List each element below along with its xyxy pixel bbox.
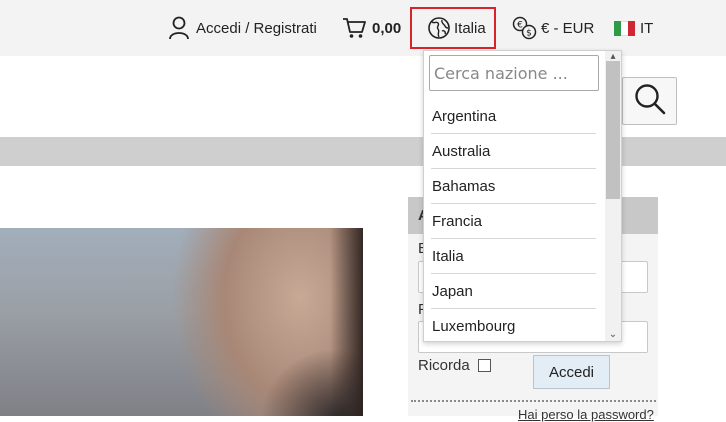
account-label: Accedi / Registrati: [196, 19, 317, 37]
photo-edge-shade: [330, 228, 363, 416]
globe-icon: [427, 16, 451, 40]
country-label: Italia: [454, 19, 486, 37]
country-selector[interactable]: Italia: [427, 0, 486, 56]
account-link[interactable]: Accedi / Registrati: [168, 0, 317, 56]
country-search-input[interactable]: [429, 55, 599, 91]
currency-selector[interactable]: € $ € - EUR: [512, 0, 594, 56]
country-option-argentina[interactable]: Argentina: [424, 99, 604, 134]
language-label: IT: [640, 19, 654, 37]
remember-checkbox[interactable]: [477, 359, 491, 372]
hero-image: [0, 228, 363, 416]
country-dropdown: Argentina Australia Bahamas Francia Ital…: [423, 50, 622, 342]
remember-me: Ricorda: [418, 357, 491, 374]
scroll-down-icon[interactable]: ⌄: [605, 329, 621, 341]
svg-text:€: €: [517, 21, 523, 31]
svg-text:$: $: [526, 29, 532, 39]
italy-flag-icon: [614, 20, 635, 36]
top-bar: Accedi / Registrati 0,00 Italia € $ € - E…: [0, 0, 726, 56]
remember-label: Ricorda: [418, 357, 470, 374]
forgot-password-link[interactable]: Hai perso la password?: [518, 407, 654, 422]
country-option-bahamas[interactable]: Bahamas: [424, 169, 604, 204]
search-button[interactable]: [622, 77, 677, 125]
country-option-francia[interactable]: Francia: [424, 204, 604, 239]
login-submit-button[interactable]: Accedi: [533, 355, 610, 389]
cart-amount: 0,00: [372, 19, 402, 37]
country-option-japan[interactable]: Japan: [424, 274, 604, 309]
language-selector[interactable]: IT: [614, 0, 653, 56]
login-divider: [411, 400, 656, 402]
search-icon: [633, 82, 667, 121]
country-list-scrollbar[interactable]: ▴ ⌄: [605, 51, 621, 341]
cart-link[interactable]: 0,00: [342, 0, 401, 56]
scrollbar-thumb[interactable]: [606, 61, 620, 199]
country-list: Argentina Australia Bahamas Francia Ital…: [424, 99, 604, 341]
currency-exchange-icon: € $: [512, 15, 538, 41]
user-icon: [168, 16, 190, 40]
country-option-luxembourg[interactable]: Luxembourg: [424, 309, 604, 341]
currency-label: € - EUR: [541, 19, 595, 37]
country-option-italia[interactable]: Italia: [424, 239, 604, 274]
cart-icon: [342, 17, 366, 39]
country-option-australia[interactable]: Australia: [424, 134, 604, 169]
